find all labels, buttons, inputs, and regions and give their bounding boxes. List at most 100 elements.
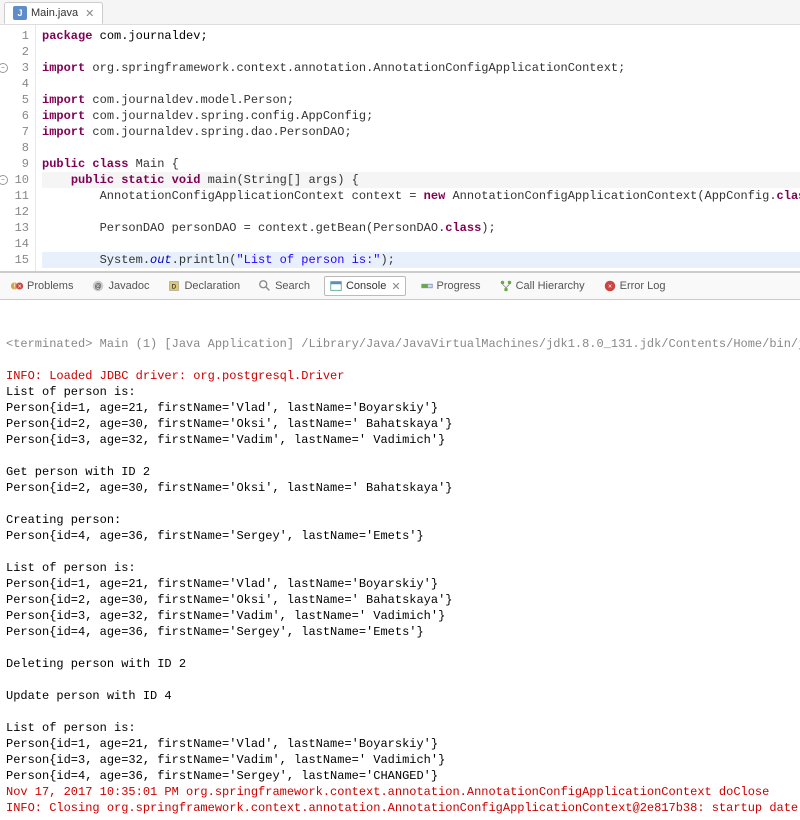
code-line[interactable]: import com.journaldev.model.Person; (42, 92, 800, 108)
console-line (6, 704, 794, 720)
view-tab-declaration[interactable]: D Declaration (163, 277, 244, 295)
console-icon (329, 279, 343, 293)
console-line (6, 496, 794, 512)
call-hierarchy-icon (499, 279, 513, 293)
progress-icon (420, 279, 434, 293)
console-output[interactable]: <terminated> Main (1) [Java Application]… (0, 300, 800, 820)
code-line[interactable]: AnnotationConfigApplicationContext conte… (42, 188, 800, 204)
console-line: INFO: Closing org.springframework.contex… (6, 800, 794, 816)
code-content[interactable]: package com.journaldev; import org.spring… (36, 25, 800, 271)
console-line: Person{id=4, age=36, firstName='Sergey',… (6, 624, 794, 640)
console-line: Nov 17, 2017 10:35:01 PM org.springframe… (6, 784, 794, 800)
console-line (6, 544, 794, 560)
view-tab-label: Problems (27, 280, 73, 292)
code-line[interactable] (42, 76, 800, 92)
gutter-line: 6 (0, 108, 29, 124)
editor-tab-main-java[interactable]: J Main.java ✕ (4, 2, 103, 24)
gutter-line: 7 (0, 124, 29, 140)
view-tab-label: Console (346, 280, 386, 292)
code-line[interactable]: import com.journaldev.spring.dao.PersonD… (42, 124, 800, 140)
fold-marker-icon[interactable]: – (0, 175, 8, 185)
declaration-icon: D (167, 279, 181, 293)
console-line: Person{id=1, age=21, firstName='Vlad', l… (6, 576, 794, 592)
code-line[interactable] (42, 204, 800, 220)
console-line: List of person is: (6, 384, 794, 400)
gutter-line: 12 (0, 204, 29, 220)
view-tab-label: Javadoc (108, 280, 149, 292)
code-editor[interactable]: 123–45678910–1112131415 package com.jour… (0, 25, 800, 271)
console-line (6, 672, 794, 688)
view-tab-label: Error Log (620, 280, 666, 292)
gutter-line: 14 (0, 236, 29, 252)
code-line[interactable]: public static void main(String[] args) { (42, 172, 800, 188)
console-line: Person{id=2, age=30, firstName='Oksi', l… (6, 592, 794, 608)
code-line[interactable] (42, 236, 800, 252)
code-line[interactable]: package com.journaldev; (42, 28, 800, 44)
console-line: Person{id=3, age=32, firstName='Vadim', … (6, 432, 794, 448)
code-line[interactable]: import org.springframework.context.annot… (42, 60, 800, 76)
view-tab-callhier[interactable]: Call Hierarchy (495, 277, 589, 295)
code-line[interactable]: PersonDAO personDAO = context.getBean(Pe… (42, 220, 800, 236)
view-tab-search[interactable]: Search (254, 277, 314, 295)
fold-marker-icon[interactable]: – (0, 63, 8, 73)
gutter-line: 11 (0, 188, 29, 204)
editor-tab-label: Main.java (31, 7, 78, 19)
close-icon[interactable]: ✕ (391, 280, 400, 293)
gutter-line: 9 (0, 156, 29, 172)
console-line: Person{id=1, age=21, firstName='Vlad', l… (6, 736, 794, 752)
gutter-line: 15 (0, 252, 29, 268)
gutter-line: 5 (0, 92, 29, 108)
console-line: Person{id=4, age=36, firstName='Sergey',… (6, 768, 794, 784)
gutter-line: 13 (0, 220, 29, 236)
console-line: Deleting person with ID 2 (6, 656, 794, 672)
code-line[interactable]: public class Main { (42, 156, 800, 172)
console-line: Person{id=4, age=36, firstName='Sergey',… (6, 528, 794, 544)
view-tab-label: Search (275, 280, 310, 292)
gutter-line: 3– (0, 60, 29, 76)
console-line: Creating person: (6, 512, 794, 528)
java-file-icon: J (13, 6, 27, 20)
line-gutter: 123–45678910–1112131415 (0, 25, 36, 271)
view-tab-javadoc[interactable]: @ Javadoc (87, 277, 153, 295)
gutter-line: 1 (0, 28, 29, 44)
view-tab-progress[interactable]: Progress (416, 277, 485, 295)
problems-icon: !× (10, 279, 24, 293)
svg-text:@: @ (95, 284, 102, 291)
search-icon (258, 279, 272, 293)
close-icon[interactable]: ✕ (85, 7, 94, 20)
console-line (6, 448, 794, 464)
gutter-line: 10– (0, 172, 29, 188)
console-line: Update person with ID 4 (6, 688, 794, 704)
console-terminated-line: <terminated> Main (1) [Java Application]… (6, 336, 794, 352)
gutter-line: 2 (0, 44, 29, 60)
code-line[interactable] (42, 44, 800, 60)
console-line: Get person with ID 2 (6, 464, 794, 480)
console-line: Person{id=1, age=21, firstName='Vlad', l… (6, 400, 794, 416)
console-line: INFO: Loaded JDBC driver: org.postgresql… (6, 368, 794, 384)
console-line: Person{id=3, age=32, firstName='Vadim', … (6, 608, 794, 624)
console-line: List of person is: (6, 560, 794, 576)
console-line (6, 640, 794, 656)
view-tab-errorlog[interactable]: × Error Log (599, 277, 670, 295)
svg-text:×: × (608, 284, 612, 291)
console-line: List of person is: (6, 720, 794, 736)
view-tab-problems[interactable]: !×Problems (6, 277, 77, 295)
views-tab-bar: !×Problems@JavadocDDeclarationSearchCons… (0, 272, 800, 300)
code-line[interactable] (42, 140, 800, 156)
editor-tab-bar: J Main.java ✕ (0, 0, 800, 25)
editor-panel: J Main.java ✕ 123–45678910–1112131415 pa… (0, 0, 800, 272)
view-tab-label: Progress (437, 280, 481, 292)
console-line: Person{id=2, age=30, firstName='Oksi', l… (6, 416, 794, 432)
code-line[interactable]: System.out.println("List of person is:")… (42, 252, 800, 268)
console-line: Person{id=3, age=32, firstName='Vadim', … (6, 752, 794, 768)
view-tab-console[interactable]: Console ✕ (324, 276, 406, 296)
console-line: Person{id=2, age=30, firstName='Oksi', l… (6, 480, 794, 496)
svg-text:!: ! (13, 284, 15, 291)
view-tab-label: Call Hierarchy (516, 280, 585, 292)
javadoc-icon: @ (91, 279, 105, 293)
svg-text:×: × (18, 284, 22, 291)
code-line[interactable]: import com.journaldev.spring.config.AppC… (42, 108, 800, 124)
view-tab-label: Declaration (184, 280, 240, 292)
svg-text:D: D (172, 284, 177, 291)
gutter-line: 8 (0, 140, 29, 156)
